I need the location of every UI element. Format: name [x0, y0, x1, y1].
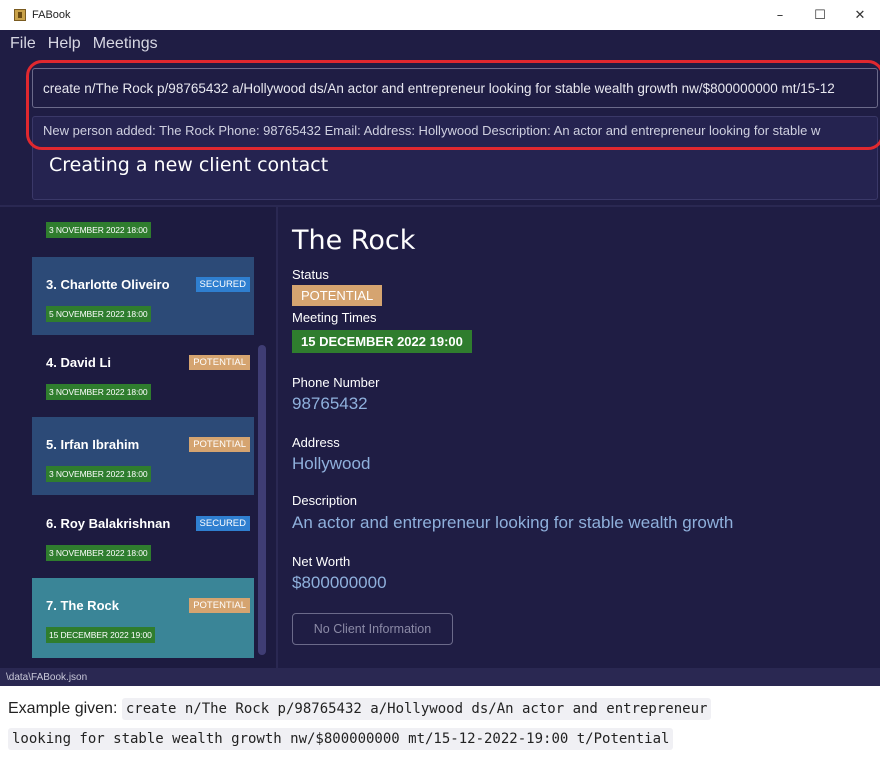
tag-badge: POTENTIAL [189, 598, 250, 613]
list-item[interactable]: 4. David Li POTENTIAL 3 NOVEMBER 2022 18… [32, 337, 254, 415]
meeting-times-label: Meeting Times [292, 310, 377, 325]
list-vertical-scrollbar[interactable] [258, 345, 266, 655]
address-label: Address [292, 435, 340, 450]
result-heading: Creating a new client contact [49, 154, 329, 176]
menu-bar: File Help Meetings [0, 30, 880, 58]
maximize-button[interactable]: ☐ [800, 0, 840, 30]
tag-badge: POTENTIAL [189, 355, 250, 370]
meeting-time-badge: 15 DECEMBER 2022 19:00 [292, 330, 472, 353]
detail-client-name: The Rock [292, 225, 416, 256]
tag-badge: POTENTIAL [189, 437, 250, 452]
list-item[interactable]: 3. Charlotte Oliveiro SECURED 5 NOVEMBER… [32, 257, 254, 335]
minimize-button[interactable]: – [760, 0, 800, 30]
client-list: 3 NOVEMBER 2022 18:00 3. Charlotte Olive… [0, 207, 276, 668]
status-label: Status [292, 267, 329, 282]
list-item[interactable]: 5. Irfan Ibrahim POTENTIAL 3 NOVEMBER 20… [32, 417, 254, 495]
networth-value: $800000000 [292, 573, 387, 592]
example-command-line2: looking for stable wealth growth nw/$800… [8, 728, 674, 750]
app-window: FABook – ☐ ✕ File Help Meetings create n… [0, 0, 880, 668]
client-information-button[interactable]: No Client Information [292, 613, 453, 645]
window-controls: – ☐ ✕ [760, 0, 880, 30]
example-command-line1: create n/The Rock p/98765432 a/Hollywood… [121, 698, 712, 720]
status-bar: \data\FABook.json [0, 668, 880, 686]
list-item[interactable]: 6. Roy Balakrishnan SECURED 3 NOVEMBER 2… [32, 497, 254, 575]
menu-file[interactable]: File [10, 35, 36, 53]
tag-badge: SECURED [195, 516, 250, 531]
phone-label: Phone Number [292, 375, 380, 390]
networth-label: Net Worth [292, 554, 351, 569]
caption-prefix: Example given: [8, 700, 118, 717]
meeting-time-badge: 3 NOVEMBER 2022 18:00 [46, 466, 151, 482]
meeting-time-badge: 3 NOVEMBER 2022 18:00 [46, 384, 151, 400]
phone-value: 98765432 [292, 394, 368, 413]
description-label: Description [292, 493, 358, 508]
window-title: FABook [32, 9, 71, 21]
meeting-time-badge: 5 NOVEMBER 2022 18:00 [46, 306, 151, 322]
meeting-time-badge: 15 DECEMBER 2022 19:00 [46, 627, 155, 643]
title-bar: FABook – ☐ ✕ [0, 0, 880, 30]
status-badge: POTENTIAL [292, 285, 383, 306]
client-detail: The Rock Status POTENTIAL Meeting Times … [278, 207, 880, 668]
highlight-outline [26, 60, 880, 150]
client-name: 4. David Li [46, 355, 112, 370]
tag-badge: SECURED [195, 277, 250, 292]
menu-meetings[interactable]: Meetings [93, 35, 158, 53]
list-item-selected[interactable]: 7. The Rock POTENTIAL 15 DECEMBER 2022 1… [32, 578, 254, 658]
meeting-time-badge: 3 NOVEMBER 2022 18:00 [46, 545, 151, 561]
app-icon [14, 9, 26, 21]
file-path: \data\FABook.json [6, 671, 88, 683]
menu-help[interactable]: Help [48, 35, 81, 53]
meeting-time-badge: 3 NOVEMBER 2022 18:00 [46, 222, 151, 238]
list-item-partial[interactable]: 3 NOVEMBER 2022 18:00 [32, 207, 254, 252]
caption: Example given: create n/The Rock p/98765… [8, 694, 878, 754]
description-value: An actor and entrepreneur looking for st… [292, 513, 734, 532]
close-button[interactable]: ✕ [840, 0, 880, 30]
client-name: 7. The Rock [46, 598, 119, 613]
client-name: 6. Roy Balakrishnan [46, 516, 171, 531]
client-name: 3. Charlotte Oliveiro [46, 277, 170, 292]
address-value: Hollywood [292, 454, 371, 473]
client-name: 5. Irfan Ibrahim [46, 437, 140, 452]
